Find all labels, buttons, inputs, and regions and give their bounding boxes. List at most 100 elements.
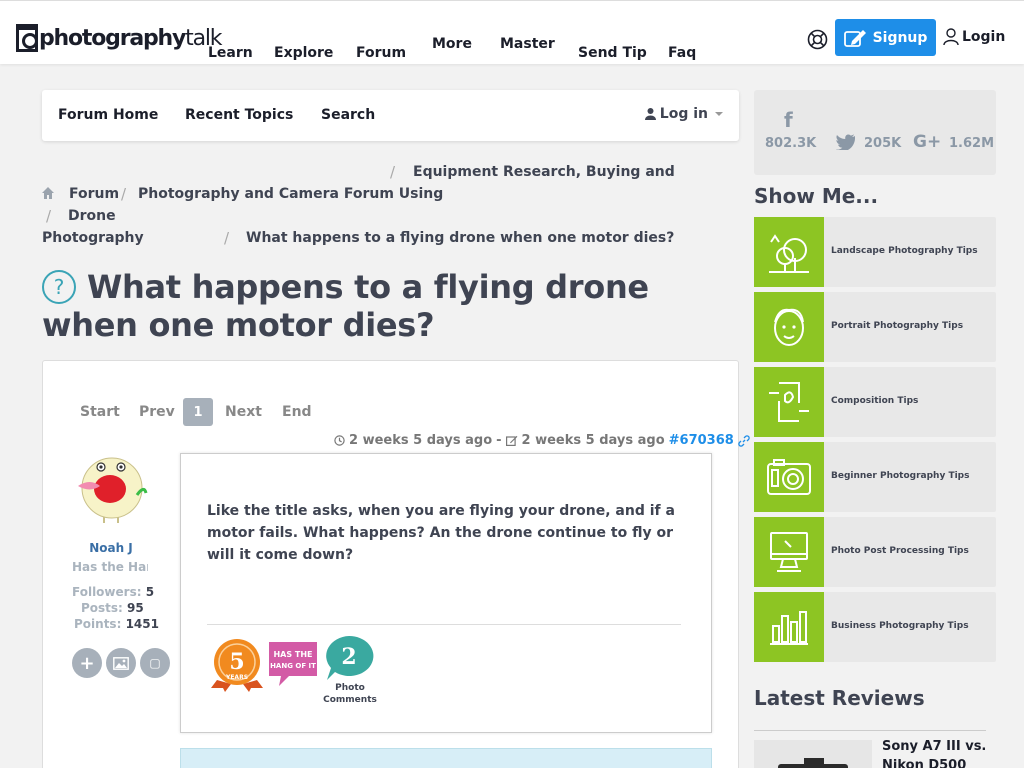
hang-badge-line1: HAS THE (273, 650, 312, 659)
review-title-link[interactable]: Sony A7 III vs. Nikon D500 (882, 737, 994, 768)
signup-label: Signup (872, 29, 928, 46)
top-navbar: photographytalk Learn Explore Forum More… (0, 0, 1024, 64)
followers-label: Followers: (72, 585, 142, 599)
bar-chart-icon (754, 592, 824, 662)
tip-label: Photo Post Processing Tips (831, 546, 969, 556)
lifebuoy-icon[interactable] (807, 29, 828, 50)
login-label: Login (962, 29, 1006, 45)
plus-icon: + (79, 652, 95, 674)
breadcrumb-separator: / (46, 207, 52, 225)
google-plus-count: 1.62M (949, 136, 995, 151)
clock-icon (334, 435, 345, 446)
breadcrumb-forum[interactable]: Forum (69, 186, 119, 202)
pager-start[interactable]: Start (80, 404, 120, 420)
post-permalink[interactable]: #670368 (669, 433, 734, 448)
login-link[interactable]: Login (943, 28, 1005, 46)
recent-topics-link[interactable]: Recent Topics (185, 107, 293, 123)
hang-badge-line2: HANG OF IT (270, 662, 316, 670)
user-more-button[interactable]: ▢ (140, 648, 170, 678)
tip-composition[interactable]: Composition Tips (754, 367, 996, 437)
breadcrumb-photography[interactable]: Photography (42, 230, 144, 246)
user-avatar[interactable] (74, 455, 148, 525)
signup-button[interactable]: Signup (835, 19, 936, 56)
followers-count: 5 (145, 585, 155, 599)
breadcrumb-category[interactable]: Photography and Camera Forum Using (138, 186, 443, 202)
twitter-count: 205K (864, 136, 902, 151)
post-content-box: Like the title asks, when you are flying… (180, 453, 712, 733)
years-badge-label: YEARS (225, 674, 248, 681)
nav-more[interactable]: More (432, 36, 472, 52)
camera-icon (754, 442, 824, 512)
user-gallery-button[interactable] (106, 648, 136, 678)
post-created-time: 2 weeks 5 days ago (349, 433, 493, 448)
nav-learn[interactable]: Learn (208, 45, 253, 61)
post-meta: 2 weeks 5 days ago - 2 weeks 5 days ago … (334, 433, 750, 448)
user-name[interactable]: Noah J (74, 541, 148, 555)
logo-camera-icon (16, 24, 38, 52)
comments-badge-number: 2 (341, 644, 356, 670)
search-link[interactable]: Search (321, 107, 375, 123)
camera-thumbnail-icon (754, 740, 872, 768)
edit-icon (505, 435, 517, 446)
copy-icon: ▢ (149, 656, 161, 670)
tip-business[interactable]: Business Photography Tips (754, 592, 996, 662)
tip-post-processing[interactable]: Photo Post Processing Tips (754, 517, 996, 587)
tip-portrait[interactable]: Portrait Photography Tips (754, 292, 996, 362)
nav-send-tip[interactable]: Send Tip (578, 45, 647, 61)
user-icon (943, 28, 959, 46)
tip-label: Business Photography Tips (831, 621, 969, 631)
pager-end[interactable]: End (282, 404, 312, 420)
pager-prev[interactable]: Prev (139, 404, 175, 420)
points-label: Points: (74, 617, 122, 631)
pager-page-1[interactable]: 1 (183, 398, 213, 426)
user-icon (644, 108, 656, 120)
breadcrumb-drone[interactable]: Drone (68, 208, 116, 224)
facebook-count: 802.3K (765, 136, 817, 151)
google-plus-icon[interactable]: G+ (913, 132, 941, 152)
site-logo[interactable]: photographytalk (16, 23, 223, 53)
monitor-icon (754, 517, 824, 587)
chevron-down-icon (715, 112, 723, 116)
logo-text-main: photography (39, 25, 186, 51)
reviews-divider (754, 730, 986, 731)
user-posts: Posts: 95 (81, 601, 144, 615)
social-counts-panel: f 802.3K 205K G+ 1.62M (754, 90, 996, 175)
post-meta-separator: - (496, 433, 502, 448)
years-badge-icon[interactable]: 5 YEARS (211, 638, 263, 692)
home-icon[interactable] (42, 187, 54, 199)
forum-home-link[interactable]: Forum Home (58, 107, 158, 123)
nav-faq[interactable]: Faq (668, 45, 696, 61)
tip-landscape[interactable]: Landscape Photography Tips (754, 217, 996, 287)
nav-forum[interactable]: Forum (356, 45, 406, 61)
landscape-tree-icon (754, 217, 824, 287)
image-icon (113, 656, 129, 670)
nav-explore[interactable]: Explore (274, 45, 333, 61)
post-divider (207, 624, 681, 625)
photo-comments-badge-icon[interactable]: 2 (323, 634, 375, 688)
post-body: Like the title asks, when you are flying… (207, 503, 675, 563)
posts-label: Posts: (81, 601, 123, 615)
breadcrumb-separator: / (390, 163, 396, 181)
forum-login-dropdown[interactable]: Log in (644, 106, 723, 122)
facebook-icon[interactable]: f (784, 108, 793, 132)
show-me-heading: Show Me... (754, 184, 879, 208)
posts-count: 95 (127, 601, 144, 615)
post-edited-time: 2 weeks 5 days ago (521, 433, 665, 448)
user-rank: Has the Hang of It (72, 560, 148, 574)
tip-label: Composition Tips (831, 396, 919, 406)
link-icon[interactable] (738, 434, 750, 447)
topic-title: What happens to a flying drone when one … (42, 268, 649, 344)
portrait-face-icon (754, 292, 824, 362)
follow-user-button[interactable]: + (72, 648, 102, 678)
tip-label: Beginner Photography Tips (831, 471, 970, 481)
twitter-icon[interactable] (836, 134, 855, 150)
nav-master[interactable]: Master (500, 36, 555, 52)
hang-of-it-badge-icon[interactable]: HAS THE HANG OF IT (267, 638, 319, 692)
tip-beginner[interactable]: Beginner Photography Tips (754, 442, 996, 512)
breadcrumb-equipment[interactable]: Equipment Research, Buying and (413, 164, 675, 180)
tip-label: Landscape Photography Tips (831, 246, 978, 256)
pager-next[interactable]: Next (225, 404, 262, 420)
review-thumbnail[interactable] (754, 740, 872, 768)
composition-frame-icon (754, 367, 824, 437)
forum-toolbar: Forum Home Recent Topics Search Log in (42, 90, 739, 141)
